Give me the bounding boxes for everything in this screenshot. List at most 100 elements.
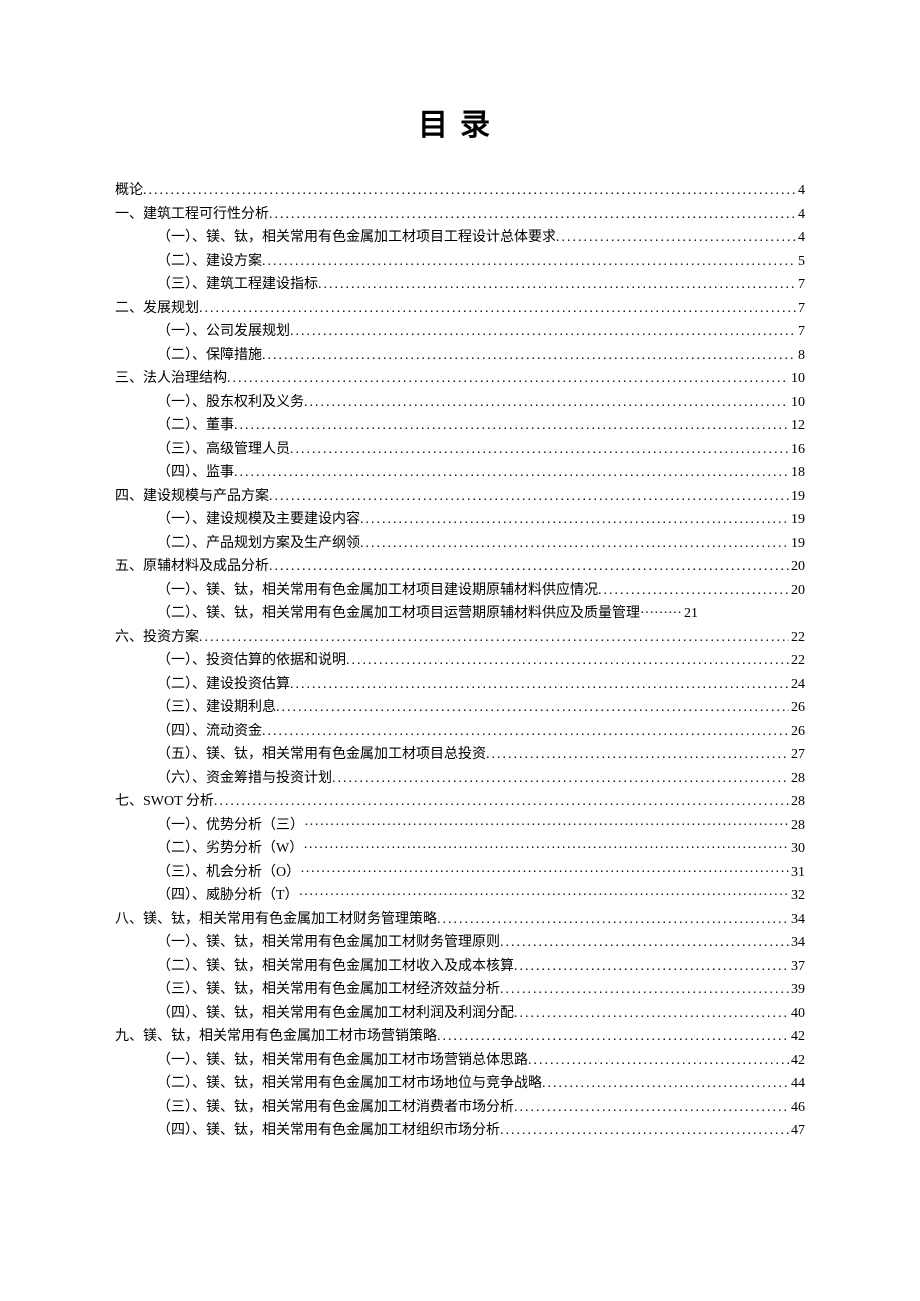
toc-entry: （二）、镁、钛，相关常用有色金属加工材项目运营期原辅材料供应及质量管理·····… [157, 607, 805, 621]
toc-entry-page: 21 [682, 607, 698, 621]
toc-leader [556, 231, 796, 245]
toc-leader [290, 443, 789, 457]
toc-entry-label: 七、SWOT 分析 [115, 795, 214, 809]
toc-entry-label: （三）、建设期利息 [157, 701, 276, 715]
toc-entry-page: 31 [789, 866, 805, 880]
toc-entry-page: 32 [789, 889, 805, 903]
toc-entry-label: （三）、机会分析（O） [157, 866, 300, 880]
toc-leader [542, 1077, 789, 1091]
toc-entry: （一）、投资估算的依据和说明22 [157, 654, 805, 668]
toc-entry-page: 47 [789, 1124, 805, 1138]
toc-leader [214, 795, 789, 809]
toc-entry-page: 19 [789, 490, 805, 504]
toc-entry: 八、镁、钛，相关常用有色金属加工材财务管理策略34 [115, 913, 805, 927]
toc-entry-label: （一）、股东权利及义务 [157, 396, 304, 410]
toc-leader [514, 1101, 789, 1115]
toc-entry-page: 26 [789, 701, 805, 715]
toc-entry-label: （四）、镁、钛，相关常用有色金属加工材组织市场分析 [157, 1124, 500, 1138]
toc-entry: （二）、产品规划方案及生产纲领 19 [157, 537, 805, 551]
toc-entry-page: 46 [789, 1101, 805, 1115]
toc-entry-page: 20 [789, 560, 805, 574]
toc-leader [500, 1124, 789, 1138]
toc-entry: （三）、建筑工程建设指标7 [157, 278, 805, 292]
toc-entry-label: （二）、保障措施 [157, 349, 262, 363]
toc-entry: 一、建筑工程可行性分析4 [115, 208, 805, 222]
toc-leader [437, 913, 789, 927]
toc-leader [199, 631, 789, 645]
toc-entry-label: （一）、投资估算的依据和说明 [157, 654, 346, 668]
toc-leader [234, 419, 789, 433]
toc-entry-label: （二）、劣势分析（W） [157, 842, 303, 856]
toc-leader [304, 396, 789, 410]
toc-entry-label: （二）、镁、钛，相关常用有色金属加工材项目运营期原辅材料供应及质量管理 [157, 607, 640, 621]
toc-entry: 概论4 [115, 184, 805, 198]
toc-entry-page: 19 [789, 537, 805, 551]
toc-leader [262, 255, 796, 269]
toc-entry-page: 10 [789, 372, 805, 386]
toc-leader [514, 1007, 789, 1021]
toc-entry-label: 概论 [115, 184, 143, 198]
toc-leader [528, 1054, 789, 1068]
toc-entry: （一）、建设规模及主要建设内容19 [157, 513, 805, 527]
toc-entry: （三）、高级管理人员16 [157, 443, 805, 457]
toc-leader [143, 184, 796, 198]
toc-entry: （四）、流动资金26 [157, 725, 805, 739]
toc-leader [276, 701, 789, 715]
toc-leader [500, 983, 789, 997]
toc-entry: （二）、建设投资估算24 [157, 678, 805, 692]
toc-entry: 九、镁、钛，相关常用有色金属加工材市场营销策略42 [115, 1030, 805, 1044]
toc-entry-page: 8 [796, 349, 805, 363]
toc-leader [332, 772, 789, 786]
toc-leader [227, 372, 789, 386]
toc-entry-page: 28 [789, 819, 805, 833]
toc-entry-page: 20 [789, 584, 805, 598]
toc-entry-page: 18 [789, 466, 805, 480]
toc-entry-label: （三）、建筑工程建设指标 [157, 278, 318, 292]
toc-leader [262, 349, 796, 363]
toc-entry-label: （一）、镁、钛，相关常用有色金属加工材项目建设期原辅材料供应情况 [157, 584, 598, 598]
toc-entry-label: 九、镁、钛，相关常用有色金属加工材市场营销策略 [115, 1030, 437, 1044]
toc-leader [318, 278, 796, 292]
toc-entry: （二）、董事12 [157, 419, 805, 433]
toc-entry-label: （二）、镁、钛，相关常用有色金属加工材市场地位与竞争战略 [157, 1077, 542, 1091]
toc-entry-label: （二）、产品规划方案及生产纲领 [157, 537, 360, 551]
toc-leader [300, 866, 789, 880]
toc-entry-label: （三）、高级管理人员 [157, 443, 290, 457]
toc-entry-label: 四、建设规模与产品方案 [115, 490, 269, 504]
toc-entry: （三）、镁、钛，相关常用有色金属加工材经济效益分析39 [157, 983, 805, 997]
toc-leader [234, 466, 789, 480]
toc-entry-label: （三）、镁、钛，相关常用有色金属加工材消费者市场分析 [157, 1101, 514, 1115]
toc-entry-label: （一）、镁、钛，相关常用有色金属加工材市场营销总体思路 [157, 1054, 528, 1068]
toc-leader [437, 1030, 789, 1044]
toc-entry: （一）、镁、钛，相关常用有色金属加工材财务管理原则34 [157, 936, 805, 950]
toc-leader [360, 513, 789, 527]
toc-leader: ········· [640, 607, 682, 621]
toc-entry: 二、发展规划7 [115, 302, 805, 316]
toc-entry-page: 39 [789, 983, 805, 997]
toc-entry: 四、建设规模与产品方案 19 [115, 490, 805, 504]
toc-entry-page: 7 [796, 302, 805, 316]
toc-entry: （二）、镁、钛，相关常用有色金属加工材收入及成本核算37 [157, 960, 805, 974]
toc-entry: （二）、保障措施 8 [157, 349, 805, 363]
toc-entry: 三、法人治理结构 10 [115, 372, 805, 386]
toc-entry-page: 7 [796, 325, 805, 339]
toc-entry-label: 三、法人治理结构 [115, 372, 227, 386]
toc-entry: （一）、镁、钛，相关常用有色金属加工材市场营销总体思路42 [157, 1054, 805, 1068]
toc-leader [500, 936, 789, 950]
toc-entry: （四）、监事18 [157, 466, 805, 480]
toc-entry-label: （一）、镁、钛，相关常用有色金属加工材项目工程设计总体要求 [157, 231, 556, 245]
toc-leader [269, 208, 796, 222]
toc-entry-label: 六、投资方案 [115, 631, 199, 645]
toc-entry: 七、SWOT 分析28 [115, 795, 805, 809]
toc-entry-label: （二）、建设投资估算 [157, 678, 290, 692]
toc-entry-page: 28 [789, 772, 805, 786]
toc-entry: （四）、镁、钛，相关常用有色金属加工材组织市场分析 47 [157, 1124, 805, 1138]
toc-entry: （三）、建设期利息 26 [157, 701, 805, 715]
toc-entry-page: 19 [789, 513, 805, 527]
toc-leader [514, 960, 789, 974]
toc-entry-page: 37 [789, 960, 805, 974]
toc-entry-page: 10 [789, 396, 805, 410]
toc-entry-label: （二）、董事 [157, 419, 234, 433]
toc-entry-label: （六）、资金筹措与投资计划 [157, 772, 332, 786]
toc-leader [486, 748, 789, 762]
